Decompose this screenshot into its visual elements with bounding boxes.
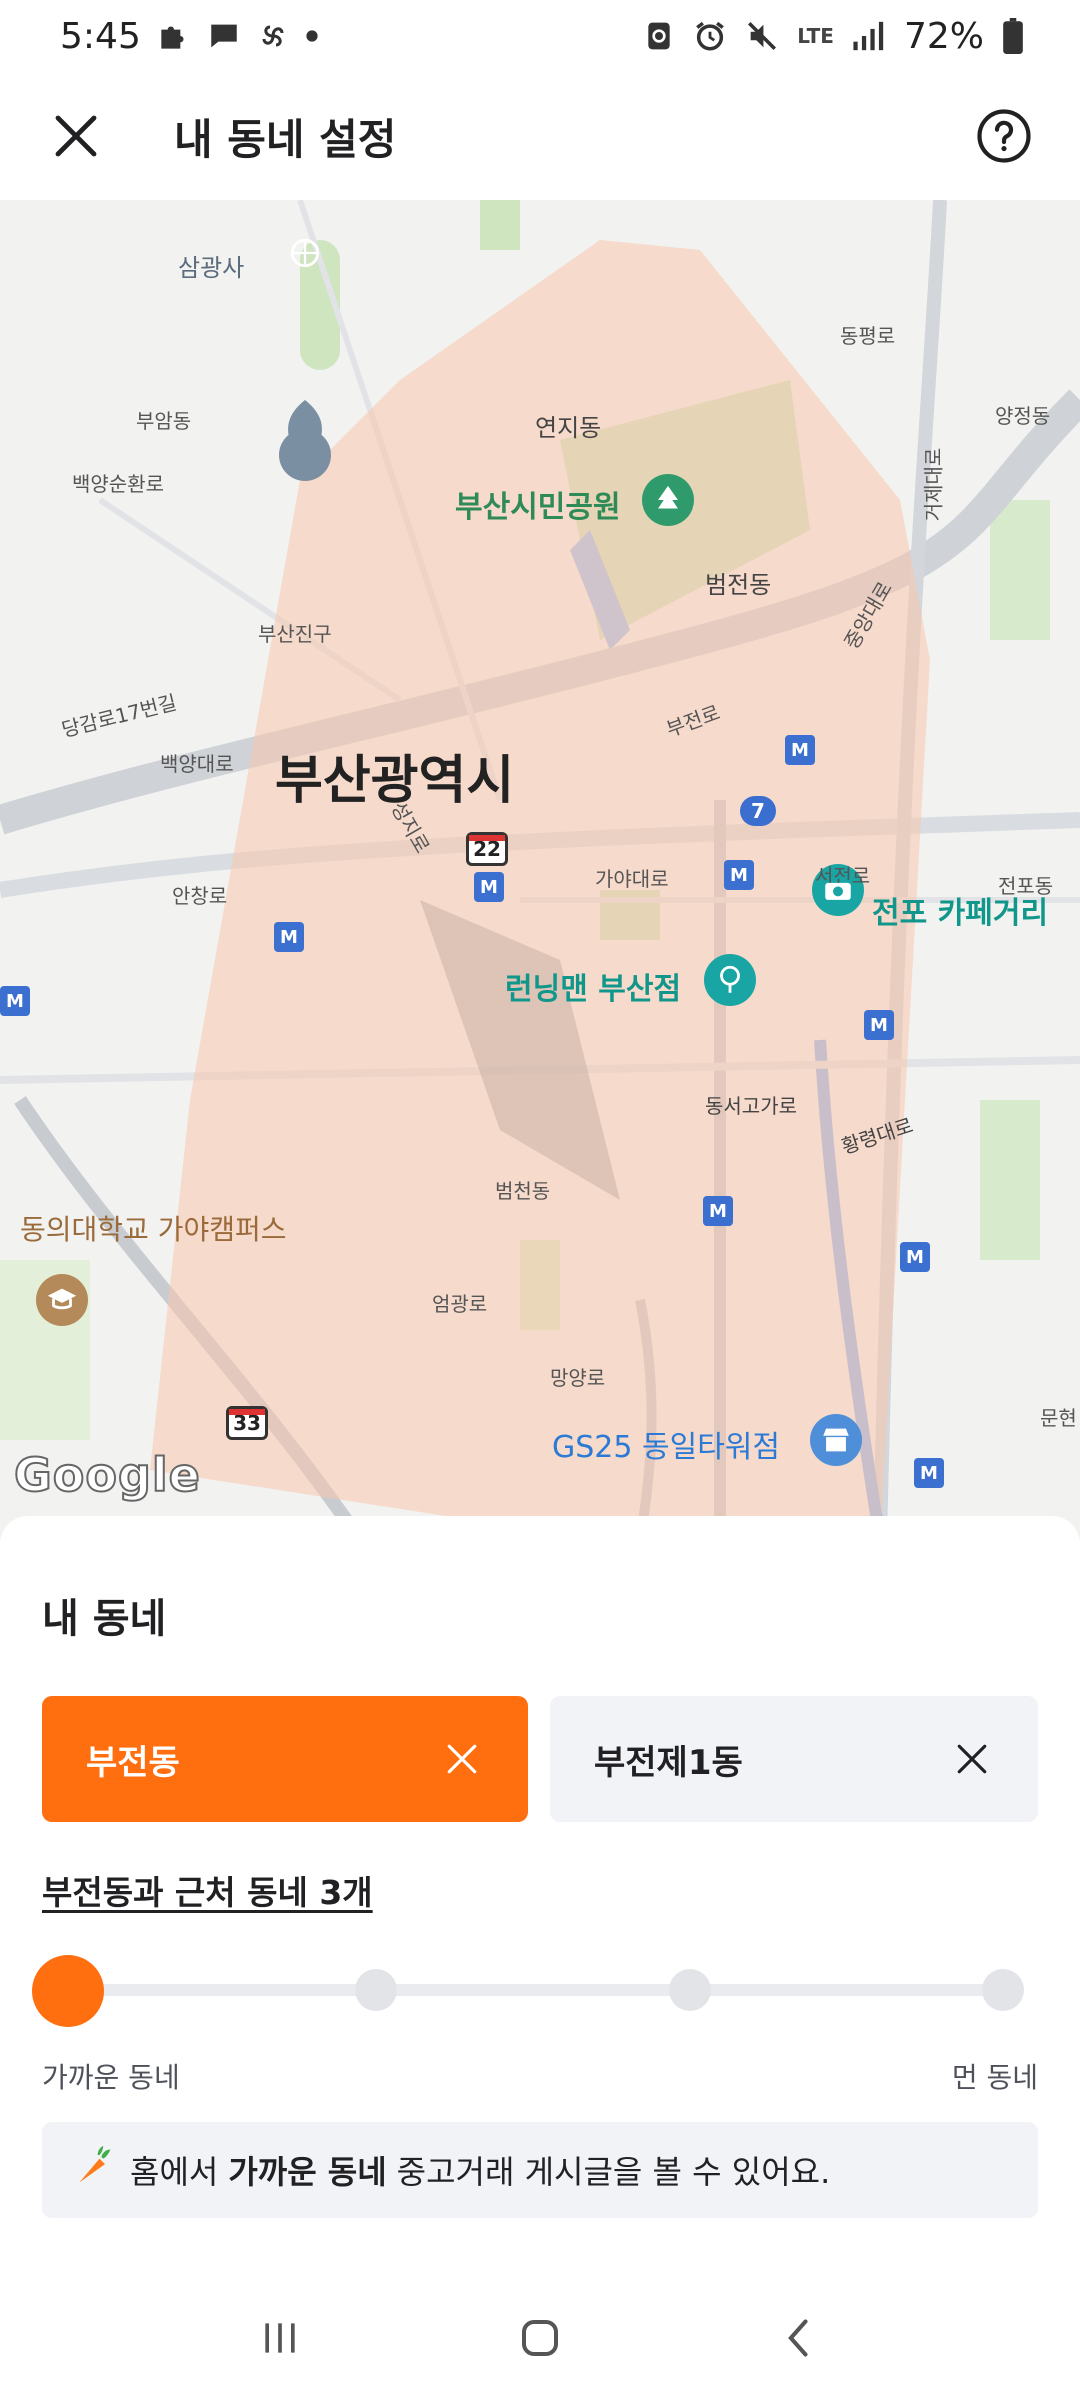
mute-icon [745,19,779,53]
page-title: 내 동네 설정 [174,114,397,164]
help-icon [977,109,1031,163]
map-label-yeonjidong: 연지동 [535,414,602,442]
sheet-title: 내 동네 [42,1596,167,1642]
screen: 5:45 LTE 72% 내 동네 설정 삼광사 부암동 백양순환로 연지동 부… [0,0,1080,2400]
remove-neighborhood-button[interactable] [950,1737,994,1781]
pinwheel-icon [255,18,291,54]
range-slider[interactable] [32,1955,1038,2027]
map-label-samgwangsa: 삼광사 [178,254,245,282]
map-label-citizens-park: 부산시민공원 [455,490,621,525]
info-text-bold: 가까운 동네 [228,2153,387,2191]
map-label-gs25: GS25 동일타워점 [552,1430,780,1465]
slider-label-near: 가까운 동네 [42,2061,180,2094]
status-right: LTE 72% [643,16,1024,57]
close-icon [957,1744,987,1774]
battery-percent: 72% [903,15,984,57]
system-nav-bar [0,2276,1080,2400]
map-view[interactable]: 삼광사 부암동 백양순환로 연지동 부산시민공원 범전동 부산진구 당감로17번… [0,200,1080,1540]
carrot-icon [72,2144,116,2196]
google-attribution: Google [13,1447,201,1503]
slider-label-far: 먼 동네 [951,2061,1038,2094]
map-label-munhyeon: 문현 [1040,1406,1077,1430]
map-label-beomjeondong: 범전동 [705,571,772,599]
help-button[interactable] [968,100,1040,172]
map-label-geoje-daero: 거제대로 [921,447,946,522]
home-icon [522,2320,558,2356]
slider-track [68,1984,1012,1996]
recents-icon [265,2323,295,2353]
back-button[interactable] [755,2293,845,2383]
status-left: 5:45 [60,16,319,57]
chip-label: 부전동 [86,1742,180,1783]
metro-station-icon[interactable]: M [785,735,815,765]
status-bar: 5:45 LTE 72% [0,0,1080,72]
status-time: 5:45 [60,15,141,57]
metro-station-icon[interactable]: M [900,1242,930,1272]
close-icon [447,1744,477,1774]
close-button[interactable] [40,100,112,172]
lte-icon: LTE [797,24,834,48]
info-text-suffix: 중고거래 게시글을 볼 수 있어요. [396,2153,831,2191]
signal-icon [852,20,886,52]
recycle-icon [643,20,675,52]
close-icon [55,115,97,157]
chip-label: 부전제1동 [594,1742,743,1783]
map-label-dongseogoro: 동서고가로 [705,1094,797,1118]
map-label-runningman: 런닝맨 부산점 [505,972,682,1007]
map-label-beomcheondong: 범천동 [495,1179,551,1203]
back-icon [788,2319,808,2357]
metro-station-icon[interactable]: M [724,860,754,890]
app-header: 내 동네 설정 [0,72,1080,200]
route-22-shield: 22 [466,832,508,866]
map-label-anchangro: 안창로 [172,884,228,908]
slider-stop[interactable] [669,1969,711,2011]
puzzle-icon [155,17,193,55]
metro-station-icon[interactable]: M [0,986,30,1016]
dot-icon [305,29,319,43]
route-33-shield: 33 [226,1406,268,1440]
slider-stop[interactable] [355,1969,397,2011]
subway-line-7-badge: 7 [740,796,776,826]
metro-station-icon[interactable]: M [474,872,504,902]
map-label-dongpyeongro: 동평로 [840,324,896,348]
neighborhood-chip-selected[interactable]: 부전동 [42,1696,528,1822]
info-notice: 홈에서 가까운 동네 중고거래 게시글을 볼 수 있어요. [42,2122,1038,2218]
metro-station-icon[interactable]: M [914,1458,944,1488]
home-button[interactable] [495,2293,585,2383]
alarm-icon [693,19,727,53]
map-label-jeonpodong: 전포동 [998,874,1054,898]
metro-station-icon[interactable]: M [274,922,304,952]
map-label-dongeui-univ: 동의대학교 가야캠퍼스 [20,1213,287,1246]
map-label-buamdong: 부암동 [136,409,192,433]
slider-stop[interactable] [982,1969,1024,2011]
remove-neighborhood-button[interactable] [440,1737,484,1781]
neighborhood-sheet: 내 동네 부전동 부전제1동 부전동과 근처 동네 3개 가까운 동네 먼 동네 [0,1516,1080,2276]
map-label-mangyangro: 망양로 [550,1366,606,1390]
map-label-eomgwangro: 엄광로 [432,1292,488,1316]
map-label-city: 부산광역시 [275,751,515,811]
map-label-gayadaero: 가야대로 [595,867,669,891]
chat-bubble-icon [207,19,241,53]
nearby-neighborhoods-link[interactable]: 부전동과 근처 동네 3개 [42,1866,373,1914]
slider-thumb[interactable] [32,1955,104,2027]
battery-icon [1002,18,1024,54]
map-graphics [0,200,1080,1540]
metro-station-icon[interactable]: M [864,1010,894,1040]
map-label-baekyang-sunhwanro: 백양순환로 [72,472,164,496]
info-text-prefix: 홈에서 [130,2153,219,2191]
metro-station-icon[interactable]: M [703,1196,733,1226]
neighborhood-chip[interactable]: 부전제1동 [550,1696,1038,1822]
map-label-baekyangdaero: 백양대로 [160,752,234,776]
map-label-yangjeongdong: 양정동 [995,404,1051,428]
recent-apps-button[interactable] [235,2293,325,2383]
map-label-busanjingu: 부산진구 [258,622,332,646]
